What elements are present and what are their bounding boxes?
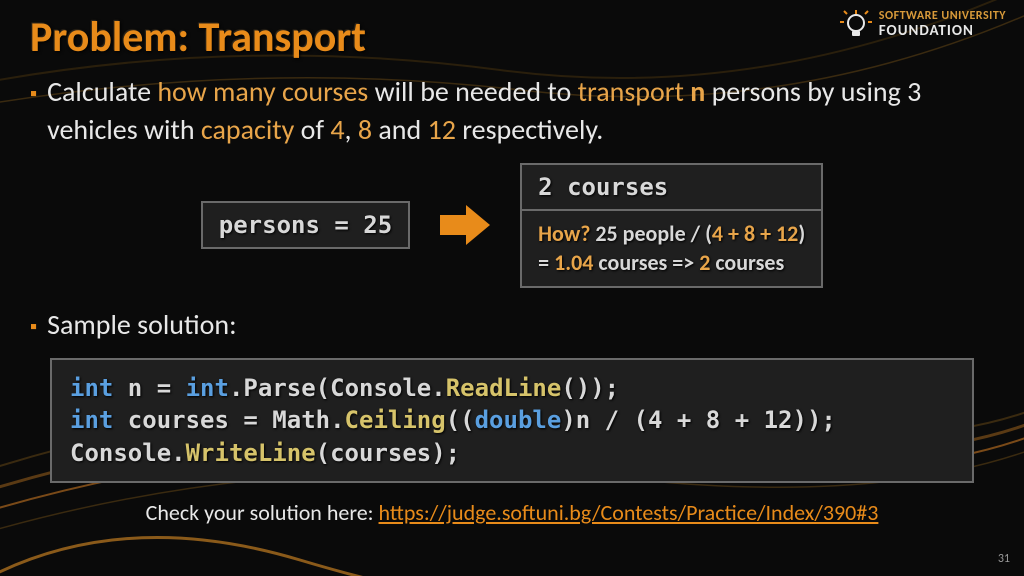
logo: SOFTWARE UNIVERSITY FOUNDATION	[839, 8, 1006, 42]
example-output-box: 2 courses	[520, 163, 823, 209]
solution-link[interactable]: https://judge.softuni.bg/Contests/Practi…	[379, 499, 879, 526]
bullet-icon: ▪	[30, 81, 37, 108]
bullet-description: ▪ Calculate how many courses will be nee…	[30, 73, 994, 149]
bullet-sample-solution: ▪ Sample solution:	[30, 306, 994, 344]
logo-line2: FOUNDATION	[879, 23, 1006, 40]
example-input-box: persons = 25	[201, 201, 410, 249]
example-explain-box: How? 25 people / (4 + 8 + 12) = 1.04 cou…	[520, 209, 823, 288]
arrow-icon	[440, 205, 490, 245]
code-sample-box: int n = int.Parse(Console.ReadLine()); i…	[50, 358, 974, 483]
lightbulb-icon	[839, 8, 873, 42]
bullet-icon: ▪	[30, 314, 37, 341]
footer-text: Check your solution here: https://judge.…	[30, 499, 994, 526]
